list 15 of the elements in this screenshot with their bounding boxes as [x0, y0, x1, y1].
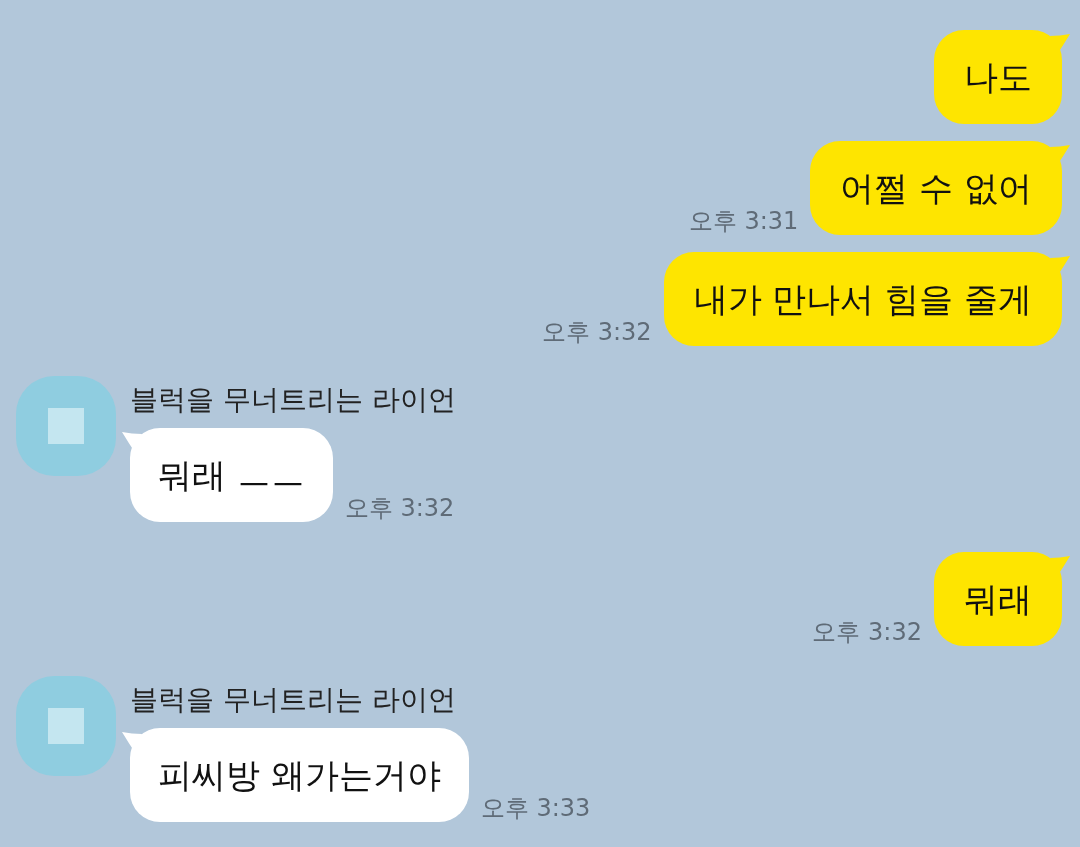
avatar-icon[interactable]: [16, 376, 116, 476]
message-time: 오후 3:32: [812, 620, 922, 646]
sender-name: 블럭을 무너트리는 라이언: [130, 682, 457, 718]
message-bubble: 뭐래: [934, 552, 1062, 646]
message-time: 오후 3:32: [344, 496, 455, 522]
message-bubble: 내가 만나서 힘을 줄게: [663, 252, 1062, 346]
message-time: 오후 3:31: [688, 209, 799, 235]
message-bubble: 나도: [934, 30, 1062, 124]
message-bubble: 어쩔 수 없어: [810, 141, 1062, 235]
message-bubble: 피씨방 왜가는거야: [130, 728, 469, 822]
avatar-icon[interactable]: [16, 676, 116, 776]
sender-name: 블럭을 무너트리는 라이언: [130, 382, 456, 418]
message-time: 오후 3:33: [480, 796, 591, 822]
message-time: 오후 3:32: [542, 320, 652, 346]
message-bubble: 뭐래 ㅡㅡ: [130, 428, 333, 522]
